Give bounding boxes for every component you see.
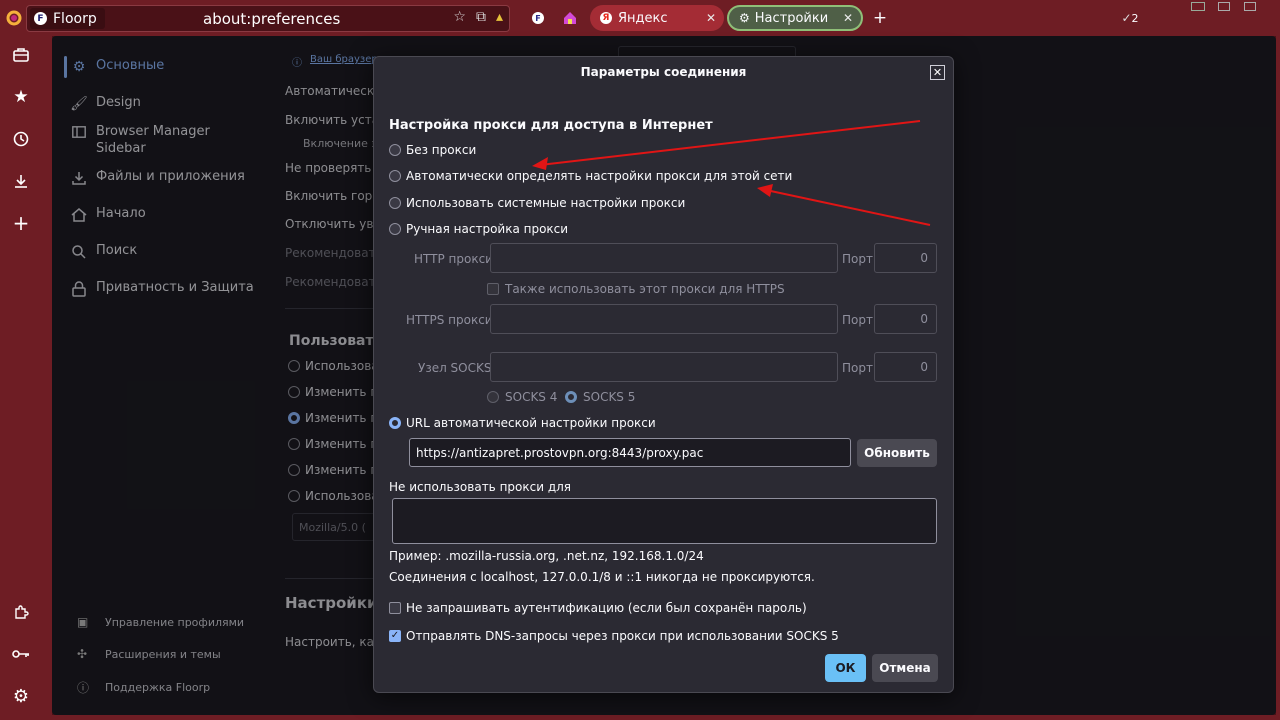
ok-button[interactable]: ОК xyxy=(825,654,866,682)
radio-label[interactable]: Автоматически определять настройки прокс… xyxy=(406,169,792,183)
gear-icon: ⚙ xyxy=(739,11,750,25)
tab-settings[interactable]: ⚙ Настройки ✕ xyxy=(727,5,863,31)
radio-pac-url[interactable] xyxy=(389,417,401,429)
bookmark-star-icon[interactable]: ☆ xyxy=(453,9,466,25)
identity-box[interactable]: F Floorp xyxy=(30,8,105,29)
close-window-button[interactable] xyxy=(1238,0,1262,14)
no-auth-prompt-checkbox[interactable] xyxy=(389,602,401,614)
close-tab-icon[interactable]: ✕ xyxy=(706,11,716,25)
key-icon[interactable] xyxy=(11,644,31,664)
pac-url-value: https://antizapret.prostovpn.org:8443/pr… xyxy=(416,446,704,460)
pinned-tab-home-icon[interactable] xyxy=(560,8,580,28)
connection-settings-dialog: Параметры соединения ✕ Настройка прокси … xyxy=(373,56,954,693)
no-proxy-textarea[interactable] xyxy=(392,498,937,544)
radio-label[interactable]: Без прокси xyxy=(406,143,476,157)
socks-port-input[interactable]: 0 xyxy=(874,352,937,382)
radio-label[interactable]: Использовать системные настройки прокси xyxy=(406,196,685,210)
socks5-label: SOCKS 5 xyxy=(583,390,636,404)
browser-toolbar: F Floorp about:preferences ☆ ⧉ ▴ F Я Янд… xyxy=(0,0,1280,36)
also-https-checkbox[interactable] xyxy=(487,283,499,295)
minimize-window-button[interactable] xyxy=(1186,0,1210,14)
socks-host-label: Узел SOCKS xyxy=(418,361,492,375)
yandex-favicon-icon: Я xyxy=(600,12,612,24)
proxy-heading: Настройка прокси для доступа в Интернет xyxy=(389,118,713,133)
svg-text:F: F xyxy=(535,14,540,23)
port-label: Порт xyxy=(842,313,873,327)
also-https-label: Также использовать этот прокси для HTTPS xyxy=(505,282,785,296)
tab-label: Яндекс xyxy=(618,10,668,26)
port-label: Порт xyxy=(842,252,873,266)
extensions-puzzle-icon[interactable] xyxy=(11,602,31,622)
url-bar[interactable]: F Floorp about:preferences ☆ ⧉ ▴ xyxy=(26,5,510,32)
extensions-icon[interactable]: ⧉ xyxy=(476,9,486,25)
add-panel-icon[interactable]: + xyxy=(11,211,31,235)
no-proxy-label: Не использовать прокси для xyxy=(389,480,572,494)
browser-sidebar-rail: ★ + ⚙ xyxy=(0,36,42,720)
briefcase-icon[interactable] xyxy=(11,45,31,65)
url-text[interactable]: about:preferences xyxy=(203,10,340,28)
https-proxy-input[interactable] xyxy=(490,304,838,334)
socks-host-input[interactable] xyxy=(490,352,838,382)
cancel-button[interactable]: Отмена xyxy=(872,654,938,682)
socks4-label: SOCKS 4 xyxy=(505,390,558,404)
tab-label: Настройки xyxy=(754,10,829,26)
http-proxy-input[interactable] xyxy=(490,243,838,273)
bookmarks-star-icon[interactable]: ★ xyxy=(11,87,31,107)
addon-icon[interactable]: ▴ xyxy=(496,9,503,25)
example-text: Пример: .mozilla-russia.org, .net.nz, 19… xyxy=(389,549,704,563)
history-clock-icon[interactable] xyxy=(11,129,31,149)
port-value: 0 xyxy=(920,360,928,374)
new-tab-button[interactable]: + xyxy=(870,8,890,28)
radio-socks5[interactable] xyxy=(565,391,577,403)
app-menu-icon[interactable] xyxy=(4,8,24,28)
port-value: 0 xyxy=(920,251,928,265)
pinned-tab-floorp-icon[interactable]: F xyxy=(528,8,548,28)
tab-yandex[interactable]: Я Яндекс ✕ xyxy=(590,5,724,31)
radio-no-proxy[interactable] xyxy=(389,144,401,156)
settings-gear-icon[interactable]: ⚙ xyxy=(11,686,31,707)
dns-socks5-label[interactable]: Отправлять DNS-запросы через прокси при … xyxy=(406,629,839,643)
pac-option-label[interactable]: URL автоматической настройки прокси xyxy=(406,416,656,430)
radio-system-proxy[interactable] xyxy=(389,197,401,209)
identity-label: Floorp xyxy=(53,10,97,27)
https-proxy-label: HTTPS прокси xyxy=(406,313,493,327)
close-tab-icon[interactable]: ✕ xyxy=(843,11,853,25)
restore-window-button[interactable] xyxy=(1212,0,1236,14)
port-value: 0 xyxy=(920,312,928,326)
no-auth-prompt-label[interactable]: Не запрашивать аутентификацию (если был … xyxy=(406,601,807,615)
http-proxy-label: HTTP прокси xyxy=(414,252,493,266)
https-port-input[interactable]: 0 xyxy=(874,304,937,334)
floorp-icon: F xyxy=(34,12,47,25)
radio-label[interactable]: Ручная настройка прокси xyxy=(406,222,568,236)
downloads-icon[interactable] xyxy=(11,171,31,191)
notification-count: 2 xyxy=(1131,11,1139,25)
dns-socks5-checkbox[interactable]: ✓ xyxy=(389,630,401,642)
http-port-input[interactable]: 0 xyxy=(874,243,937,273)
pac-url-input[interactable]: https://antizapret.prostovpn.org:8443/pr… xyxy=(409,438,851,467)
close-icon[interactable]: ✕ xyxy=(930,65,945,80)
radio-socks4[interactable] xyxy=(487,391,499,403)
notification-icon[interactable]: ✓ 2 xyxy=(1118,8,1142,28)
port-label: Порт xyxy=(842,361,873,375)
localhost-note: Соединения с localhost, 127.0.0.1/8 и ::… xyxy=(389,570,815,584)
radio-manual-proxy[interactable] xyxy=(389,223,401,235)
radio-auto-detect[interactable] xyxy=(389,170,401,182)
reload-button[interactable]: Обновить xyxy=(857,439,937,467)
dialog-title: Параметры соединения xyxy=(580,65,747,79)
